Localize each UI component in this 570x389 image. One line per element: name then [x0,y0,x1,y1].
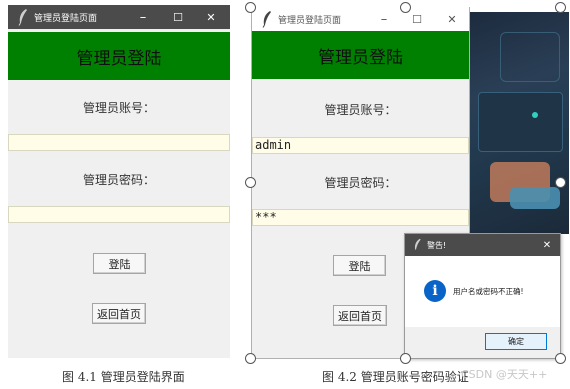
login-button[interactable]: 登陆 [333,255,386,276]
page-title: 管理员登陆 [318,47,403,68]
selection-handle[interactable] [245,177,256,188]
selection-handle[interactable] [245,353,256,364]
page-header: 管理员登陆 [8,32,230,80]
figure-caption-2: 图 4.2 管理员账号密码验证 [322,370,469,384]
window-title: 管理员登陆页面 [34,13,98,24]
dialog-message: 用户名或密码不正确! [453,287,524,296]
warning-dialog: 警告! ✕ i 用户名或密码不正确! 确定 [404,233,561,359]
watermark: CSDN @天天++ [461,368,548,381]
login-button[interactable]: 登陆 [93,253,146,274]
selection-handle[interactable] [555,353,566,364]
admin-login-window-1: 管理员登陆页面 – ☐ ✕ 管理员登陆 管理员账号： 管理员密码： 登陆 返回首… [8,5,230,358]
page-title: 管理员登陆 [76,48,162,69]
maximize-button[interactable]: ☐ [163,5,193,29]
title-bar[interactable]: 管理员登陆页面 – ☐ ✕ [8,5,230,29]
dialog-close-button[interactable]: ✕ [536,234,558,256]
feather-icon [262,11,271,28]
selection-handle[interactable] [400,2,411,13]
password-field[interactable]: *** [252,209,469,226]
ok-button[interactable]: 确定 [485,333,547,350]
close-button[interactable]: ✕ [437,7,467,31]
back-home-button[interactable]: 返回首页 [92,303,146,324]
password-label: 管理员密码： [324,176,397,190]
feather-icon [18,9,27,26]
info-icon: i [424,280,446,302]
account-field[interactable] [8,134,230,151]
close-button[interactable]: ✕ [196,5,226,29]
background-image [470,12,569,234]
window-title: 管理员登陆页面 [278,15,342,26]
dialog-title-bar[interactable]: 警告! ✕ [405,234,560,256]
minimize-button[interactable]: – [369,7,399,31]
figure-caption-1: 图 4.1 管理员登陆界面 [62,370,185,384]
back-home-button[interactable]: 返回首页 [333,305,387,326]
dialog-title: 警告! [427,240,447,250]
page-header: 管理员登陆 [252,31,469,79]
account-field[interactable]: admin [252,137,469,154]
selection-handle[interactable] [245,2,256,13]
password-field[interactable] [8,206,230,223]
account-label: 管理员账号： [82,101,155,115]
selection-handle[interactable] [555,2,566,13]
minimize-button[interactable]: – [128,5,158,29]
account-label: 管理员账号： [324,103,397,117]
title-bar[interactable]: 管理员登陆页面 – ☐ ✕ [252,7,469,31]
selection-handle[interactable] [400,353,411,364]
feather-icon [414,238,421,250]
password-label: 管理员密码： [82,173,155,187]
selection-handle[interactable] [555,177,566,188]
